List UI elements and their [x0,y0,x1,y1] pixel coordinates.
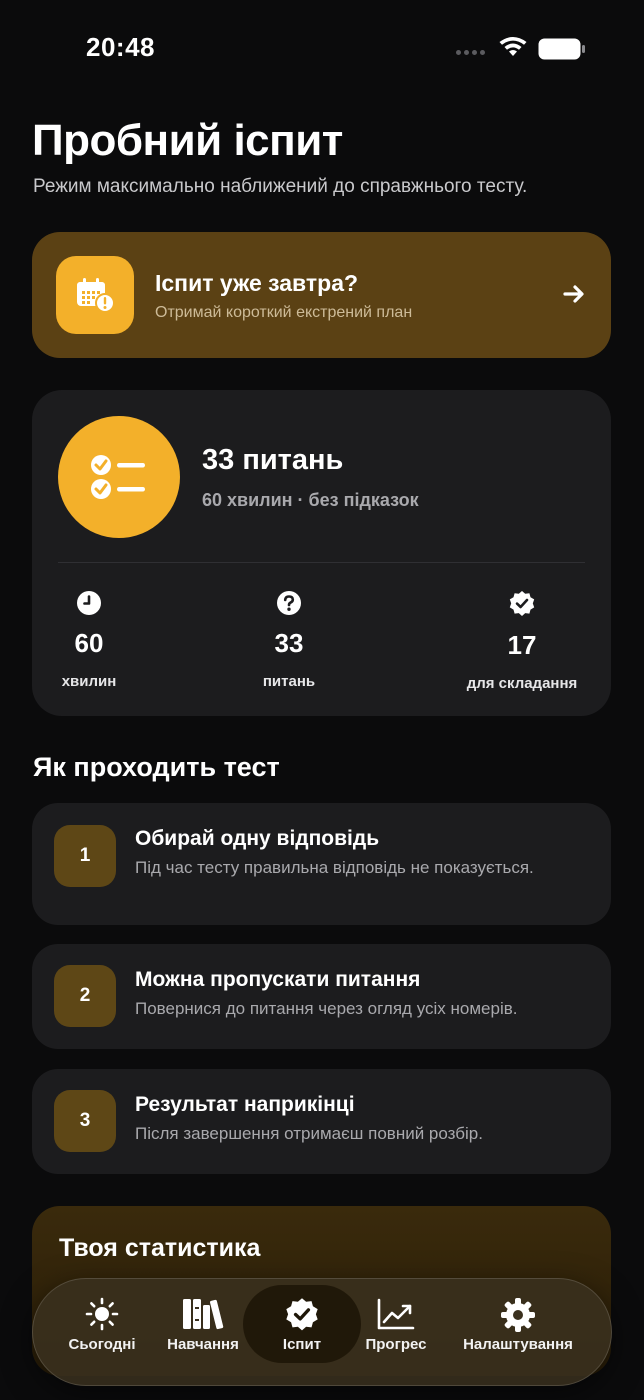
tab-settings[interactable]: Налаштування [458,1279,578,1387]
checklist-icon [58,416,180,538]
battery-icon [538,38,585,60]
status-bar: 20:48 [0,0,644,96]
step-description: Під час тесту правильна відповідь не пок… [135,858,534,877]
urgent-plan-card[interactable]: Іспит уже завтра? Отримай короткий екстр… [32,232,611,358]
exam-info-card[interactable]: 33 питань 60 хвилин · без підказок 60 хв… [32,390,611,716]
step-number: 2 [54,965,116,1027]
chart-icon [336,1297,456,1331]
gear-icon [458,1297,578,1333]
step-card: 1 Обирай одну відповідь Під час тесту пр… [32,803,611,925]
step-description: Повернися до питання через огляд усіх но… [135,999,518,1018]
stat-label: для складання [466,675,578,692]
step-card: 2 Можна пропускати питання Повернися до … [32,944,611,1049]
tab-bar: Сьогодні Навчання Іспит Прогрес Налаштув… [32,1278,612,1386]
page-title: Пробний іспит [32,116,343,165]
statistics-title: Твоя статистика [59,1234,261,1262]
step-title: Обирай одну відповідь [135,827,380,850]
stat-time: 60 хвилин [54,590,124,690]
tab-label: Налаштування [463,1336,573,1353]
divider [58,562,585,563]
exam-details: 60 хвилин · без підказок [202,490,419,510]
check-badge-icon [452,590,592,618]
step-number: 3 [54,1090,116,1152]
urgent-card-subtitle: Отримай короткий екстрений план [155,304,413,321]
stat-value: 17 [507,630,537,660]
step-number: 1 [54,825,116,887]
arrow-right-icon [563,285,584,303]
tab-progress[interactable]: Прогрес [336,1279,456,1387]
section-title: Як проходить тест [33,752,280,782]
stat-pass-threshold: 17 для складання [452,590,592,692]
question-icon [249,590,329,616]
tab-label: Прогрес [365,1336,427,1353]
stat-value: 60 [74,628,104,658]
wifi-icon [499,37,527,56]
step-title: Можна пропускати питання [135,968,421,991]
step-description: Після завершення отримаєш повний розбір. [135,1124,483,1143]
stat-value: 33 [274,628,304,658]
urgent-card-title: Іспит уже завтра? [155,270,359,296]
stat-label: питань [262,673,316,690]
question-count-title: 33 питань [202,444,344,476]
stat-label: хвилин [61,673,117,690]
step-title: Результат наприкінці [135,1093,355,1116]
page-subtitle: Режим максимально наближений до справжнь… [33,176,528,197]
step-card: 3 Результат наприкінці Після завершення … [32,1069,611,1174]
clock-icon [54,590,124,616]
calendar-alert-icon [56,256,134,334]
status-time: 20:48 [86,32,155,62]
cellular-signal-icon [456,50,485,55]
stat-questions: 33 питань [249,590,329,690]
